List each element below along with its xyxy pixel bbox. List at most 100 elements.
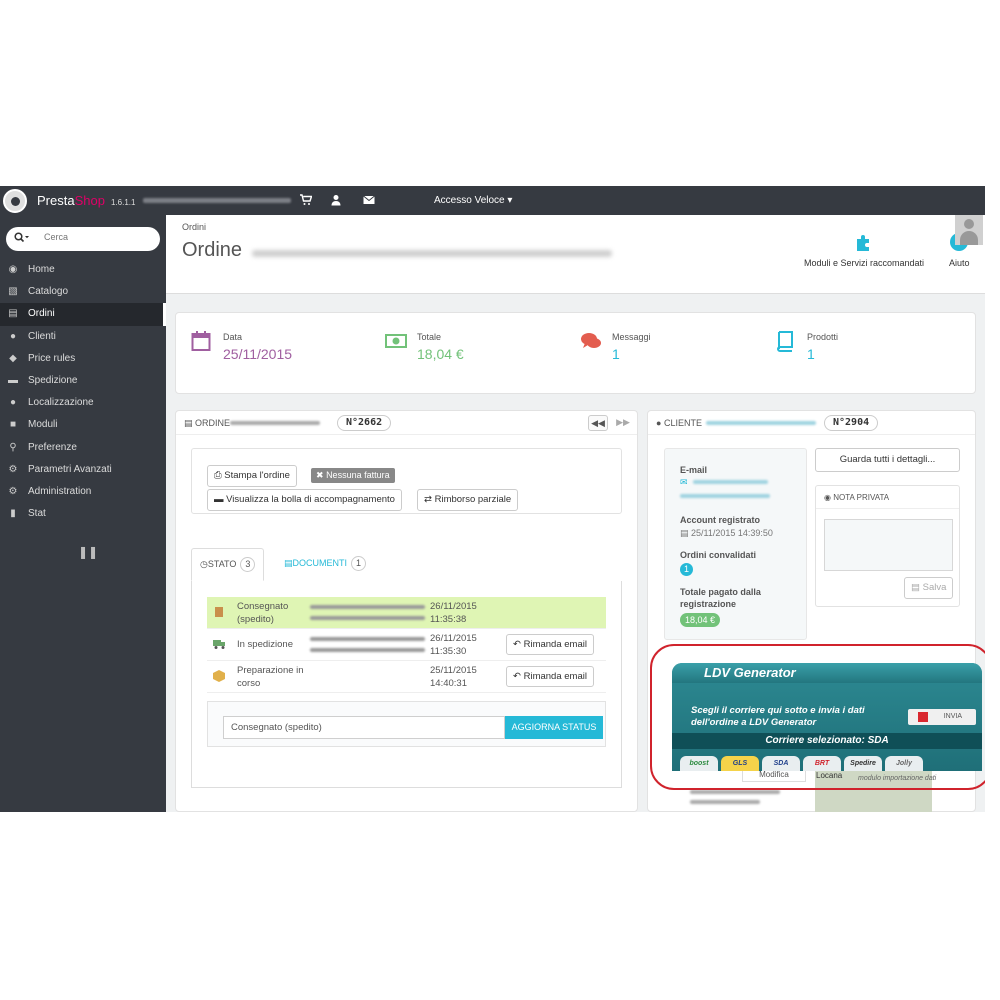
documents-count-badge: 1 — [351, 556, 367, 571]
previous-order-icon[interactable]: ◀◀ — [588, 415, 608, 431]
partial-refund-button[interactable]: ⇄ Rimborso parziale — [417, 489, 519, 511]
dashboard-icon: ◉ — [8, 264, 18, 275]
sidebar-item-catalogo[interactable]: ▧ Catalogo — [0, 281, 166, 303]
sidebar-item-spedizione[interactable]: ▬ Spedizione — [0, 370, 166, 392]
envelope-icon: ✉ — [680, 477, 688, 487]
quick-access-menu[interactable]: Accesso Veloce ▾ — [434, 195, 512, 206]
private-note-textarea[interactable] — [824, 519, 953, 571]
sidebar-item-home[interactable]: ◉ Home — [0, 259, 166, 281]
credit-card-icon: ▤ — [8, 308, 18, 320]
globe-icon: ● — [9, 397, 17, 409]
gear-icon: ⚙ — [8, 485, 18, 497]
tab-documents[interactable]: ▤Documenti 1 — [276, 548, 374, 581]
order-number-badge: N°2662 — [337, 415, 392, 431]
book-icon — [775, 330, 795, 352]
delivery-slip-button[interactable]: ▬ Visualizza la bolla di accompagnamento — [207, 489, 402, 511]
calendar-icon: ▤ — [680, 528, 689, 538]
sidebar-item-moduli[interactable]: ■ Moduli — [0, 414, 166, 436]
puzzle-icon: ■ — [9, 419, 17, 431]
recommended-modules-button[interactable]: Moduli e Servizi raccomandati — [804, 232, 924, 268]
status-select[interactable]: Consegnato (spedito) — [223, 716, 505, 739]
credit-card-icon: ▤ — [184, 418, 193, 428]
file-icon: ▤ — [284, 558, 293, 568]
view-details-button[interactable]: Guarda tutti i dettagli... — [815, 448, 960, 472]
exchange-icon: ⇄ — [424, 494, 432, 505]
total-paid-badge: 18,04 € — [680, 613, 721, 627]
shop-name-blurred — [143, 198, 291, 203]
wrench-icon: ⚲ — [9, 441, 17, 453]
prestashop-logo-icon[interactable] — [3, 189, 27, 213]
page-header: Ordini Ordine Moduli e Servizi raccomand… — [166, 215, 985, 294]
envelope-icon[interactable] — [363, 194, 375, 206]
print-icon: ⎙ — [214, 470, 222, 481]
kpi-panel: Data 25/11/2015 Totale 18,04 € Messaggi … — [175, 312, 976, 394]
sidebar-item-preferenze[interactable]: ⚲ Preferenze — [0, 437, 166, 459]
sidebar-item-clienti[interactable]: ● Clienti — [0, 326, 166, 348]
order-panel-header: ▤ Ordine N°2662 ◀◀ ▶▶ — [176, 411, 637, 435]
resend-email-button[interactable]: ↶ Rimanda email — [506, 634, 594, 655]
sidebar-item-price-rules[interactable]: ◆ Price rules — [0, 348, 166, 370]
truck-icon — [213, 638, 225, 650]
table-row: Preparazione in corso 25/11/2015 14:40:31… — [207, 661, 606, 693]
customer-name-blurred — [706, 421, 816, 425]
page-title: Ordine — [182, 239, 243, 261]
search-box — [6, 227, 160, 251]
box-icon — [213, 670, 225, 682]
puzzle-icon — [854, 232, 874, 252]
book-icon: ▧ — [8, 286, 18, 298]
cogs-icon: ⚙ — [8, 463, 18, 475]
sidebar-item-ordini[interactable]: ▤ Ordini — [0, 303, 166, 326]
cart-icon[interactable] — [300, 194, 313, 206]
truck-icon: ▬ — [8, 374, 18, 386]
reply-icon: ↶ — [513, 671, 521, 682]
save-note-button[interactable]: ▤ Salva — [904, 577, 954, 599]
top-bar: PrestaShop 1.6.1.1 Accesso Veloce ▾ — [0, 186, 985, 215]
no-invoice-button[interactable]: ✖ Nessuna fattura — [311, 468, 395, 483]
private-note-box: ◉ NOTA PRIVATA ▤ Salva — [815, 485, 960, 607]
package-icon — [213, 606, 225, 618]
next-order-icon[interactable]: ▶▶ — [613, 415, 633, 431]
collapse-sidebar-icon[interactable]: ❚❚ — [78, 545, 98, 559]
validated-orders-badge: 1 — [680, 563, 693, 576]
tag-icon: ◆ — [9, 352, 17, 364]
email-blurred[interactable] — [693, 480, 768, 484]
search-icon[interactable] — [14, 232, 30, 247]
sidebar-item-parametri-avanzati[interactable]: ⚙ Parametri Avanzati — [0, 459, 166, 481]
save-icon: ▤ — [911, 582, 920, 593]
customer-info: E-mail ✉ Account registrato ▤ 25/11/2015… — [664, 448, 807, 640]
calendar-icon — [191, 330, 211, 352]
screenshot: PrestaShop 1.6.1.1 Accesso Veloce ▾ ◉Hom… — [0, 186, 985, 812]
sidebar-nav: ◉ Home ▧ Catalogo ▤ Ordini ● Clienti ◆ Price … — [0, 259, 166, 525]
user-icon: ● — [656, 418, 662, 428]
bar-chart-icon: ▮ — [10, 508, 16, 520]
comments-icon — [580, 330, 601, 352]
tab-status[interactable]: ◷Stato 3 — [191, 548, 265, 581]
resend-email-button[interactable]: ↶ Rimanda email — [506, 666, 594, 687]
reply-icon: ↶ — [513, 639, 521, 650]
breadcrumb[interactable]: Ordini — [182, 222, 206, 232]
sidebar-item-administration[interactable]: ⚙ Administration — [0, 481, 166, 503]
sidebar-item-stat[interactable]: ▮ Stat — [0, 503, 166, 525]
version: 1.6.1.1 — [111, 198, 136, 207]
truck-icon: ▬ — [214, 494, 224, 505]
close-icon: ✖ — [316, 470, 324, 480]
print-order-button[interactable]: ⎙ Stampa l'ordine — [207, 465, 297, 487]
clock-icon: ◷ — [200, 559, 208, 569]
customer-panel-header: ● Cliente N°2904 — [648, 411, 975, 435]
highlight-circle — [650, 644, 985, 790]
order-reference-blurred — [230, 421, 320, 425]
users-icon: ● — [9, 330, 17, 342]
update-status-button[interactable]: AGGIORNA STATUS — [505, 716, 603, 739]
sidebar-item-localizzazione[interactable]: ● Localizzazione — [0, 392, 166, 414]
money-icon — [385, 330, 407, 352]
brand: PrestaShop — [37, 193, 105, 208]
user-icon[interactable] — [330, 194, 342, 206]
eye-icon: ◉ — [824, 493, 831, 502]
search-input[interactable] — [44, 232, 144, 242]
customer-number-badge: N°2904 — [824, 415, 879, 431]
sidebar: ◉Home ▧Catalogo ▤Ordini ●Clienti ◆Price … — [0, 215, 166, 812]
table-row: In spedizione 26/11/2015 11:35:30 ↶ Riman… — [207, 629, 606, 661]
avatar[interactable] — [955, 215, 983, 245]
order-reference-blurred — [252, 250, 612, 257]
table-row: Consegnato (spedito) 26/11/2015 11:35:38 — [207, 597, 606, 629]
